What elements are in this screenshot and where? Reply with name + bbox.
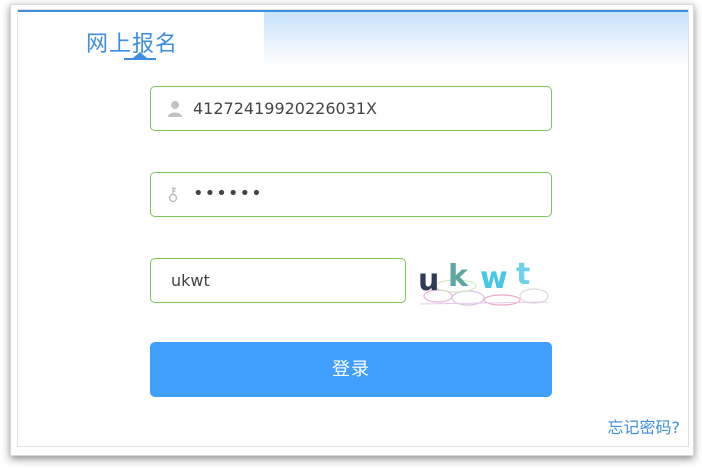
id-number-value: 41272419920226031X (193, 99, 378, 118)
tab-label: 网上报名 (86, 32, 179, 57)
password-value: •••••• (193, 183, 263, 204)
id-number-field[interactable]: 41272419920226031X (150, 86, 552, 131)
key-icon (168, 187, 178, 203)
tab-active-indicator (124, 58, 156, 60)
login-panel: 网上报名 41272419920226031X •••••• ukwt u k … (17, 9, 689, 447)
login-button[interactable]: 登录 (150, 342, 552, 397)
svg-text:t: t (516, 257, 530, 292)
password-field[interactable]: •••••• (150, 172, 552, 217)
captcha-field[interactable]: ukwt (150, 258, 406, 303)
svg-text:u: u (418, 263, 439, 298)
user-icon (168, 101, 182, 117)
forgot-password-link[interactable]: 忘记密码? (608, 414, 681, 438)
captcha-input-value: ukwt (171, 271, 210, 290)
login-window: 网上报名 41272419920226031X •••••• ukwt u k … (10, 4, 694, 456)
captcha-image[interactable]: u k w t (416, 256, 554, 308)
tab-strip: 网上报名 (18, 10, 688, 70)
tab-online-registration[interactable]: 网上报名 (18, 12, 264, 70)
svg-text:k: k (448, 259, 469, 294)
svg-text:w: w (480, 261, 508, 296)
